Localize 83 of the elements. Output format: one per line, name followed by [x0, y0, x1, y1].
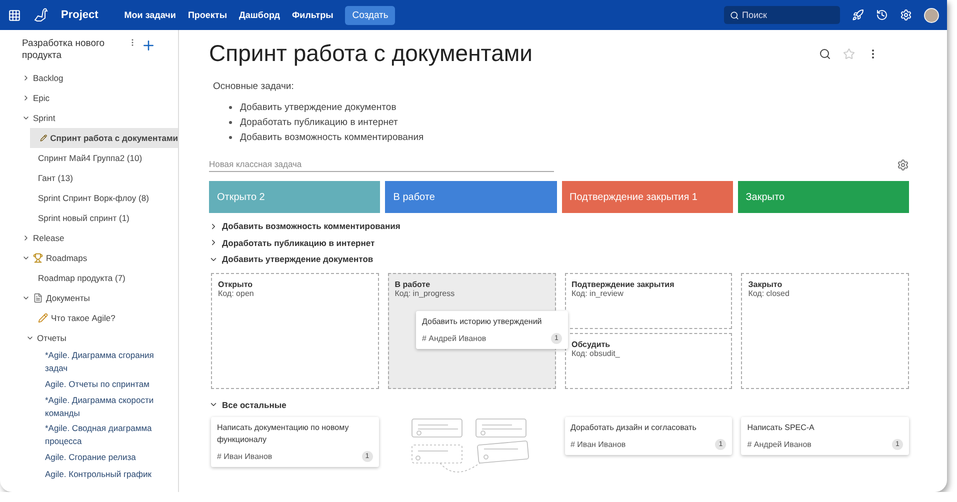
page-title: Спринт работа с документами — [209, 40, 533, 67]
sidebar-item[interactable]: Agile. Сгорание релиза — [0, 449, 178, 466]
status-code: Код: open — [218, 288, 255, 298]
bullet-icon — [229, 136, 232, 139]
sidebar-item[interactable]: Гант (13) — [0, 168, 178, 188]
card-assignee: # Андрей Иванов — [747, 440, 812, 449]
sidebar-item[interactable]: *Agile. Диаграмма сгорания задач — [0, 348, 178, 376]
bullet-icon — [229, 106, 232, 109]
document-icon — [33, 293, 43, 303]
chevron-down-icon[interactable] — [22, 114, 30, 122]
column-header: Открыто 2 — [209, 181, 380, 213]
sidebar-item[interactable]: Roadmap продукта (7) — [0, 268, 178, 288]
chevron-right-icon[interactable] — [22, 94, 30, 102]
task-list-item: Добавить возможность комментирования — [240, 132, 424, 143]
task-list-item: Добавить утверждение документов — [240, 102, 396, 113]
pencil-icon — [38, 313, 48, 323]
sidebar-item[interactable]: Release — [0, 228, 178, 248]
sidebar-item[interactable]: *Agile. Сводная диаграмма процесса — [0, 421, 178, 449]
sidebar-item[interactable]: Sprint — [0, 108, 178, 128]
product-name[interactable]: Project — [61, 9, 98, 21]
status-name: В работе — [394, 280, 432, 288]
add-icon[interactable] — [141, 38, 156, 53]
trophy-icon — [33, 253, 43, 263]
apps-grid-icon[interactable] — [8, 8, 21, 22]
status-name: Обсудить — [572, 340, 610, 348]
chevron-down-icon[interactable] — [22, 294, 30, 302]
chevron-right-icon[interactable] — [22, 74, 30, 82]
status-code: Код: obsudit_ — [572, 348, 621, 358]
status-name: Закрыто — [748, 280, 784, 288]
search-field[interactable]: Поиск — [724, 6, 840, 24]
card-assignee: # Иван Иванов — [570, 440, 626, 449]
sidebar-item[interactable]: Roadmaps — [0, 248, 178, 268]
sidebar-item[interactable]: Backlog — [0, 68, 178, 88]
status-code: Код: in_review — [572, 288, 624, 298]
sidebar-item[interactable]: Agile. Контрольный график — [0, 466, 178, 483]
dinosaur-logo-icon — [33, 7, 49, 23]
rocket-icon[interactable] — [852, 9, 864, 21]
column-header: В работе — [385, 181, 556, 213]
status-code: Код: in_progress — [394, 288, 456, 298]
sidebar-item[interactable]: *Agile. Диаграмма скорости команды — [0, 393, 178, 421]
bullet-icon — [229, 121, 232, 124]
card-title: Написать SPEC-A — [747, 422, 816, 434]
create-button[interactable]: Создать — [345, 6, 396, 24]
project-title: Разработка нового продукта — [22, 38, 106, 62]
user-avatar[interactable] — [924, 8, 939, 22]
card-assignee: # Иван Иванов — [217, 452, 272, 461]
description-text: Основные задачи: — [213, 81, 295, 92]
search-icon — [730, 11, 739, 20]
card-title: Написать документацию по новому функционалу — [217, 422, 350, 446]
card-title: Добавить историю утверждений — [422, 316, 543, 328]
column-header: Закрыто — [738, 181, 909, 213]
sidebar-item[interactable]: Спринт работа с документами — [30, 128, 178, 148]
swimlane-toggle[interactable]: Доработать публикацию в интернет — [209, 234, 909, 251]
pencil-icon — [40, 133, 48, 143]
sidebar-item[interactable]: Sprint Спринт Ворк-флоу (8) — [0, 188, 178, 208]
sidebar-item[interactable]: Документы — [0, 288, 178, 308]
search-icon[interactable] — [819, 48, 831, 60]
status-name: Открыто — [218, 280, 254, 288]
column-header: Подтверждение закрытия 1 — [562, 181, 733, 213]
nav-link[interactable]: Дашборд — [239, 10, 280, 20]
nav-link[interactable]: Проекты — [188, 10, 228, 20]
status-name: Подтверждение закрытия — [572, 280, 676, 288]
swimlane-toggle[interactable]: Добавить возможность комментирования — [209, 218, 909, 234]
chevron-down-icon[interactable] — [22, 254, 30, 262]
settings-icon[interactable] — [897, 158, 909, 170]
chevron-down-icon[interactable] — [26, 334, 34, 342]
nav-link[interactable]: Фильтры — [292, 10, 334, 20]
sidebar-item[interactable]: Sprint новый спринт (1) — [0, 208, 178, 228]
sidebar-item[interactable]: Epic — [0, 88, 178, 108]
sidebar-item[interactable]: Спринт Май4 Группа2 (10) — [0, 148, 178, 168]
star-icon[interactable] — [843, 48, 855, 60]
chevron-right-icon[interactable] — [22, 234, 30, 242]
card-assignee: # Андрей Иванов — [422, 334, 486, 342]
sidebar-item[interactable]: Отчеты — [0, 328, 178, 348]
status-code: Код: closed — [748, 288, 790, 298]
card-title: Доработать дизайн и согласовать — [570, 422, 698, 434]
task-list-item: Доработать публикацию в интернет — [240, 117, 398, 128]
nav-link[interactable]: Мои задачи — [124, 10, 176, 20]
sidebar-item[interactable]: Что такое Agile? — [0, 308, 178, 328]
sidebar-item[interactable]: Agile. Отчеты по спринтам — [0, 376, 178, 393]
history-icon[interactable] — [876, 9, 888, 21]
swimlane-toggle[interactable]: Все остальные — [209, 396, 909, 413]
swimlane-toggle[interactable]: Добавить утверждение документов — [209, 251, 909, 268]
